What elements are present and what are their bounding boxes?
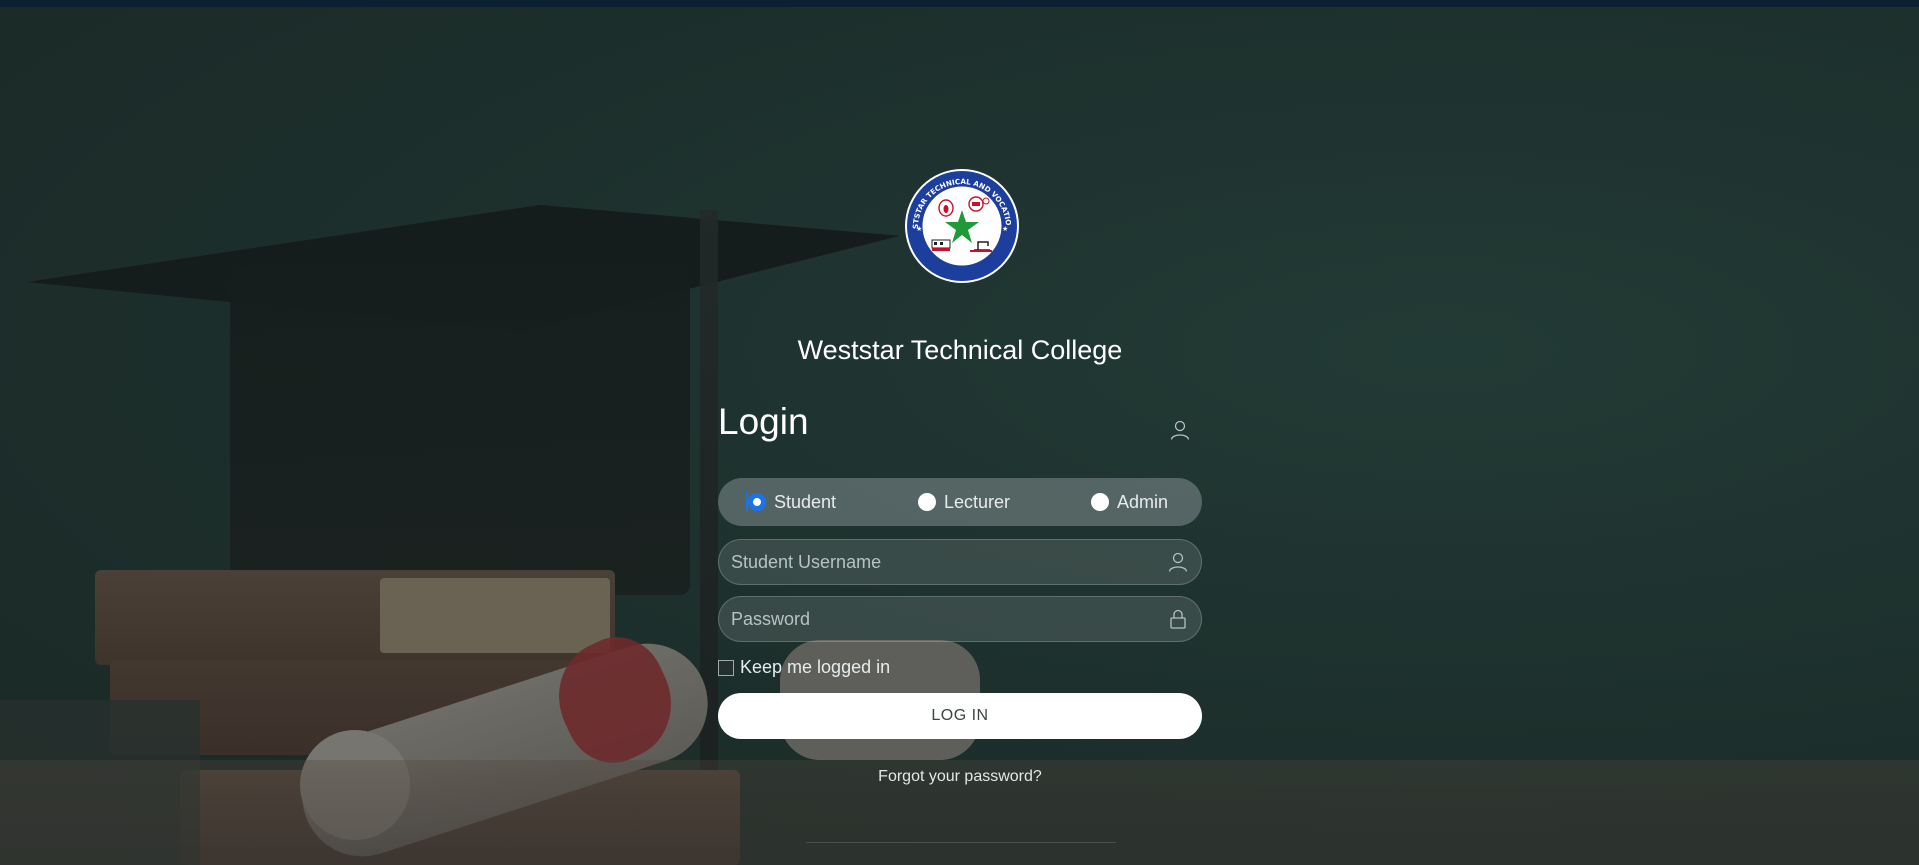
- role-option-student[interactable]: Student: [746, 478, 837, 526]
- role-option-lecturer[interactable]: Lecturer: [918, 478, 1010, 526]
- background-book: [95, 570, 615, 665]
- background-tassel: [700, 210, 718, 865]
- role-label-student: Student: [774, 491, 837, 512]
- college-logo: WESTSTAR TECHNICAL AND VOCATIONAL TRAINI…: [904, 168, 1019, 283]
- svg-text:★: ★: [916, 225, 922, 233]
- svg-text:★: ★: [1002, 225, 1008, 233]
- role-radio-admin[interactable]: [1091, 493, 1109, 511]
- college-name: Weststar Technical College: [797, 335, 1123, 365]
- role-radio-student[interactable]: [746, 492, 766, 512]
- background-book: [180, 770, 740, 865]
- role-label-admin: Admin: [1117, 491, 1169, 512]
- username-field-container: [718, 539, 1202, 585]
- password-input[interactable]: [731, 597, 1151, 641]
- role-label-lecturer: Lecturer: [944, 491, 1011, 512]
- username-input[interactable]: [731, 540, 1151, 584]
- lock-icon: [1170, 609, 1186, 629]
- keep-logged-in[interactable]: Keep me logged in: [718, 657, 890, 678]
- background-graduation-cap-body: [230, 265, 690, 595]
- role-selector: Student Lecturer Admin: [718, 478, 1202, 526]
- top-strip: [0, 0, 1919, 7]
- password-field-container: [718, 596, 1202, 642]
- background-ribbon: [539, 622, 691, 778]
- role-option-admin[interactable]: Admin: [1091, 478, 1168, 526]
- background-graduation-cap-top: [27, 205, 900, 331]
- background-book: [110, 660, 630, 755]
- login-heading: Login: [718, 401, 809, 442]
- background-shadow: [0, 700, 200, 865]
- background-book-pages: [380, 578, 610, 653]
- login-button[interactable]: LOG IN: [718, 693, 1202, 739]
- divider: [806, 842, 1116, 843]
- role-radio-lecturer[interactable]: [918, 493, 936, 511]
- user-icon: [1170, 420, 1190, 440]
- keep-logged-in-label: Keep me logged in: [740, 657, 891, 677]
- user-icon: [1168, 552, 1188, 572]
- login-page: WESTSTAR TECHNICAL AND VOCATIONAL TRAINI…: [0, 0, 1919, 865]
- forgot-password-link[interactable]: Forgot your password?: [718, 768, 1202, 786]
- background-diploma-scroll: [286, 628, 724, 865]
- background-diploma-scroll-end: [300, 730, 410, 840]
- keep-logged-in-checkbox[interactable]: [718, 659, 734, 676]
